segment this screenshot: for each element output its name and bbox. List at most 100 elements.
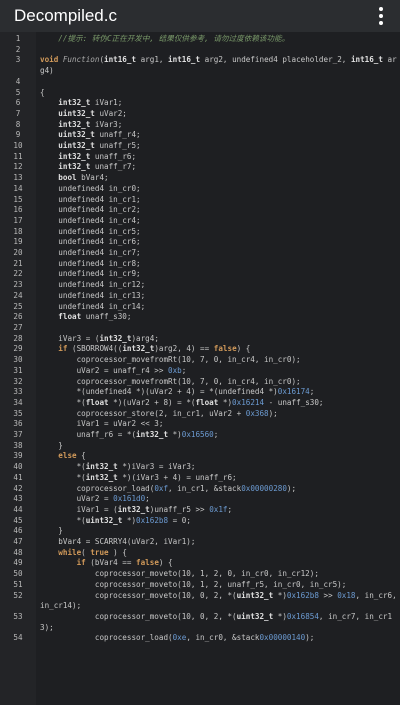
line-number: 13 [13, 173, 23, 183]
line-number: 26 [13, 312, 23, 322]
code-token: 0x00000280 [241, 483, 287, 493]
code-line: 41 *(int32_t *)(iVar3 + 4) = unaff_r6; [0, 473, 400, 484]
code-line: 10 uint32_t unaff_r5; [0, 141, 400, 152]
code-line: 20 undefined4 in_cr7; [0, 248, 400, 259]
code-token: )arg4; [131, 333, 159, 343]
code-token: 0x00000140 [259, 633, 306, 643]
code-token: = 0; [168, 515, 191, 525]
code-token: )arg2, 4) == [154, 344, 214, 354]
code-line: 46 } [0, 526, 400, 537]
code-token: uint32_t [58, 130, 95, 140]
code-token: false [136, 558, 159, 568]
line-number: 39 [13, 451, 23, 461]
code-token: 0x161d0 [113, 494, 146, 504]
line-text: undefined4 in_cr1; [36, 195, 400, 206]
code-line: 49 if (bVar4 == false) { [0, 558, 400, 569]
code-token: *( [40, 397, 86, 407]
code-line: 26 float unaff_s30; [0, 312, 400, 323]
line-text: undefined4 in_cr6; [36, 237, 400, 248]
code-line: 22 undefined4 in_cr9; [0, 269, 400, 280]
line-text: unaff_r6 = *(int32_t *)0x16560; [36, 430, 400, 441]
code-token: unaff_r7; [90, 162, 137, 172]
line-number: 32 [13, 376, 23, 386]
code-token: , in_cr0, &stack [186, 633, 260, 643]
code-token: //提示: 转伪C正在开发中, 结果仅供参考, 请勿过度依赖该功能。 [40, 34, 290, 43]
code-line: 35 coprocessor_store(2, in_cr1, uVar2 + … [0, 409, 400, 420]
line-number: 43 [13, 494, 23, 504]
line-text: bool bVar4; [36, 173, 400, 184]
line-text: uVar2 = unaff_r4 >> 0xb; [36, 366, 400, 377]
code-token: int32_t [58, 98, 91, 108]
code-token: *( [40, 472, 86, 482]
line-number: 28 [13, 333, 23, 343]
line-text: undefined4 in_cr14; [36, 302, 400, 313]
code-token: if [76, 558, 86, 568]
code-line: 29 if (SBORROW4((int32_t)arg2, 4) == fal… [0, 344, 400, 355]
code-line: 31 uVar2 = unaff_r4 >> 0xb; [0, 366, 400, 377]
code-token: else [58, 451, 77, 461]
line-text: *(uint32_t *)0x162b8 = 0; [36, 516, 400, 527]
more-vert-icon[interactable] [372, 4, 390, 28]
code-token: int32_t [58, 119, 91, 129]
code-line: 19 undefined4 in_cr6; [0, 237, 400, 248]
line-text: coprocessor_moveto(10, 1, 2, 0, in_cr0, … [36, 569, 400, 580]
line-number: 22 [13, 269, 23, 279]
code-token: uint32_t [58, 141, 95, 151]
line-text: uint32_t uVar2; [36, 109, 400, 120]
code-token: ( [81, 547, 91, 557]
line-number: 12 [13, 162, 23, 172]
code-line: 48 while( true ) { [0, 548, 400, 559]
line-text: coprocessor_load(0xf, in_cr1, &stack0x00… [36, 484, 400, 495]
line-number: 31 [13, 365, 23, 375]
line-number: 41 [13, 472, 23, 482]
line-text: coprocessor_store(2, in_cr1, uVar2 + 0x3… [36, 409, 400, 420]
code-line: 9 uint32_t unaff_r4; [0, 130, 400, 141]
line-text: undefined4 in_cr8; [36, 259, 400, 270]
line-text: int32_t iVar3; [36, 120, 400, 131]
code-token: coprocessor_load( [40, 633, 173, 643]
code-line: 44 iVar1 = (int32_t)unaff_r5 >> 0x1f; [0, 505, 400, 516]
line-text: undefined4 in_cr9; [36, 269, 400, 280]
line-number: 5 [15, 87, 21, 97]
line-number: 2 [15, 44, 21, 54]
code-token: float [85, 397, 109, 407]
code-token: true [90, 547, 109, 557]
line-number: 34 [13, 397, 23, 407]
line-text: else { [36, 451, 400, 462]
line-text: int32_t iVar1; [36, 98, 400, 109]
code-line: 40 *(int32_t *)iVar3 = iVar3; [0, 462, 400, 473]
code-token: 0x1f [209, 504, 228, 514]
code-token: )unaff_r5 >> [149, 504, 210, 514]
line-text: undefined4 in_cr5; [36, 227, 400, 238]
line-text: int32_t unaff_r7; [36, 162, 400, 173]
code-token: coprocessor_store(2, in_cr1, uVar2 + [40, 408, 246, 418]
code-line: 53 coprocessor_moveto(10, 0, 2, *(uint32… [0, 612, 400, 633]
code-token: int16_t [350, 55, 383, 65]
line-number: 54 [13, 633, 23, 643]
code-line: 42 coprocessor_load(0xf, in_cr1, &stack0… [0, 484, 400, 495]
line-text: undefined4 in_cr2; [36, 205, 400, 216]
line-text: *(int32_t *)iVar3 = iVar3; [36, 462, 400, 473]
code-token: arg1, [136, 55, 169, 65]
code-token: 0x162b8 [286, 590, 319, 600]
code-line: 47 bVar4 = SCARRY4(uVar2, iVar1); [0, 537, 400, 548]
code-token: undefined4 in_cr12; [40, 280, 146, 290]
code-line: 18 undefined4 in_cr5; [0, 227, 400, 238]
line-text: coprocessor_moveto(10, 0, 2, *(uint32_t … [36, 591, 400, 612]
line-text: undefined4 in_cr0; [36, 184, 400, 195]
line-number: 18 [13, 226, 23, 236]
code-line: 14 undefined4 in_cr0; [0, 184, 400, 195]
line-text: while( true ) { [36, 548, 400, 559]
line-number: 3 [15, 55, 21, 65]
code-token: int16_t [104, 55, 137, 65]
code-editor[interactable]: 1 //提示: 转伪C正在开发中, 结果仅供参考, 请勿过度依赖该功能。 2 3v… [0, 32, 400, 705]
code-line: 17 undefined4 in_cr4; [0, 216, 400, 227]
code-token: uint32_t [236, 611, 274, 621]
code-token: *) [273, 611, 287, 621]
code-token: ; [145, 494, 150, 504]
code-token: ) { [158, 558, 173, 568]
code-token: *)(iVar3 + 4) = unaff_r6; [117, 472, 237, 482]
code-view: 1 //提示: 转伪C正在开发中, 结果仅供参考, 请勿过度依赖该功能。 2 3v… [0, 34, 400, 644]
code-token: unaff_r4; [94, 130, 141, 140]
